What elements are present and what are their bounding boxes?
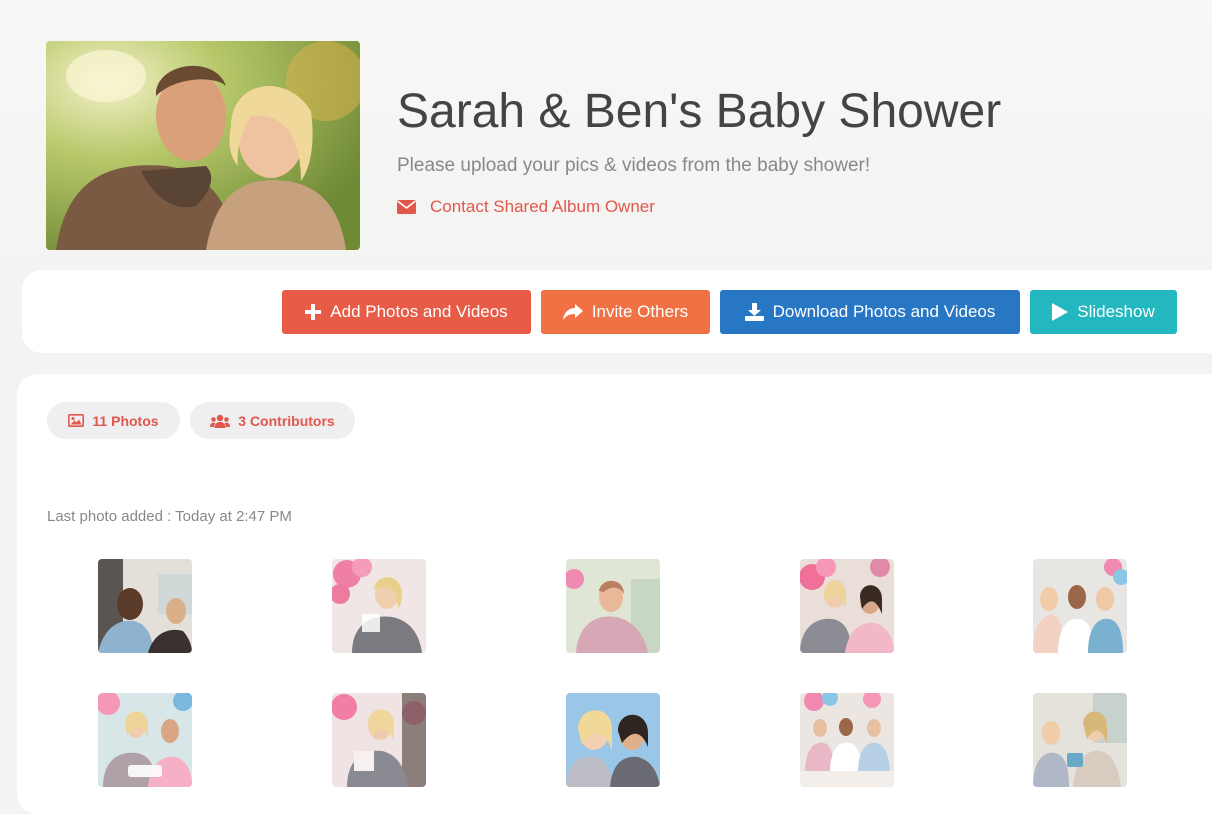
play-icon (1052, 303, 1069, 321)
slideshow-label: Slideshow (1077, 302, 1155, 321)
photo-thumbnail-1[interactable] (98, 559, 192, 653)
album-subtitle: Please upload your pics & videos from th… (397, 155, 871, 176)
envelope-icon (397, 200, 416, 214)
invite-others-button[interactable]: Invite Others (541, 290, 710, 334)
add-photos-label: Add Photos and Videos (330, 302, 508, 321)
photo-thumbnail-2[interactable] (332, 559, 426, 653)
share-arrow-icon (562, 304, 583, 320)
photos-count-badge[interactable]: 11 Photos (47, 402, 180, 439)
contact-owner-label: Contact Shared Album Owner (430, 197, 655, 216)
contact-owner-link[interactable]: Contact Shared Album Owner (397, 197, 655, 217)
photo-thumbnail-4[interactable] (800, 559, 894, 653)
photo-thumbnail-6[interactable] (98, 693, 192, 787)
image-icon (68, 414, 85, 427)
album-title: Sarah & Ben's Baby Shower (397, 85, 1002, 138)
invite-others-label: Invite Others (591, 302, 689, 321)
photo-thumbnail-8[interactable] (566, 693, 660, 787)
photo-thumbnail-5[interactable] (1033, 559, 1127, 653)
download-photos-label: Download Photos and Videos (772, 302, 996, 321)
plus-icon (305, 304, 322, 320)
contributors-count-label: 3 Contributors (238, 412, 335, 429)
slideshow-button[interactable]: Slideshow (1030, 290, 1177, 334)
last-photo-added-text: Last photo added : Today at 2:47 PM (47, 508, 292, 525)
photo-thumbnail-9[interactable] (800, 693, 894, 787)
photo-thumbnail-10[interactable] (1033, 693, 1127, 787)
download-photos-button[interactable]: Download Photos and Videos (720, 290, 1020, 334)
contributors-count-badge[interactable]: 3 Contributors (190, 402, 355, 439)
photo-thumbnail-7[interactable] (332, 693, 426, 787)
add-photos-button[interactable]: Add Photos and Videos (282, 290, 531, 334)
photos-count-label: 11 Photos (92, 412, 159, 429)
users-icon (210, 414, 231, 428)
photo-thumbnail-3[interactable] (566, 559, 660, 653)
download-icon (744, 303, 764, 321)
album-cover-photo (46, 41, 360, 250)
